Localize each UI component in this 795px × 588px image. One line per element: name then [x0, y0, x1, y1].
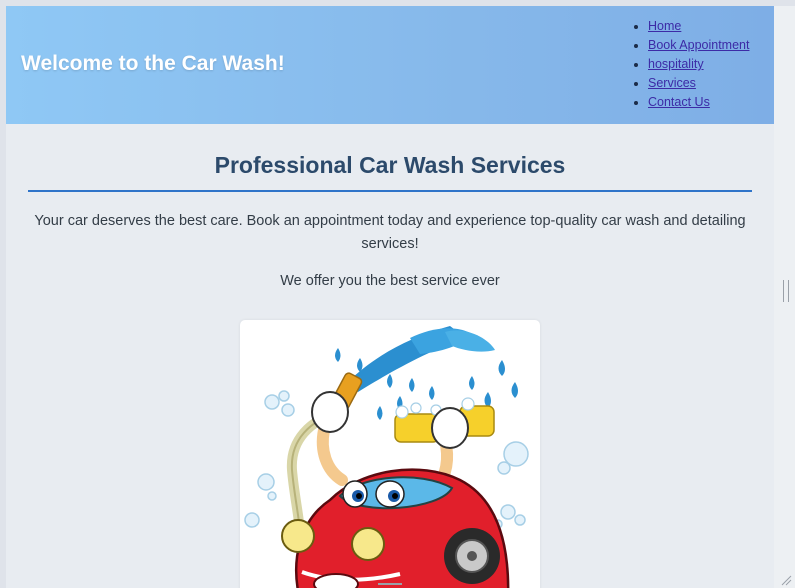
nav-link-contact-us[interactable]: Contact Us [648, 95, 710, 109]
nav-item-contact-us: Contact Us [648, 93, 749, 112]
nav-link-hospitality[interactable]: hospitality [648, 57, 704, 71]
tagline-text: We offer you the best service ever [280, 273, 500, 289]
car-wash-illustration-card [240, 320, 540, 588]
bottom-drag-handle-icon[interactable] [378, 583, 402, 585]
nav-item-hospitality: hospitality [648, 55, 749, 74]
site-title: Welcome to the Car Wash! [21, 52, 285, 75]
resize-corner-icon[interactable] [780, 574, 792, 586]
nav-link-services[interactable]: Services [648, 76, 696, 90]
nav-link-book-appointment[interactable]: Book Appointment [648, 38, 749, 52]
site-header: Welcome to the Car Wash! Home Book Appoi… [6, 6, 774, 124]
nav-item-home: Home [648, 17, 749, 36]
browser-viewport: Welcome to the Car Wash! Home Book Appoi… [6, 6, 774, 588]
page-heading: Professional Car Wash Services [214, 152, 566, 178]
nav-item-services: Services [648, 74, 749, 93]
nav-list: Home Book Appointment hospitality Servic… [632, 17, 749, 112]
scrollbar-grip-icon[interactable] [783, 280, 789, 302]
heading-divider [28, 190, 752, 192]
car-wash-cartoon-illustration [244, 326, 529, 588]
nav-link-home[interactable]: Home [648, 19, 681, 33]
intro-paragraph: Your car deserves the best care. Book an… [34, 213, 746, 252]
nav-item-book-appointment: Book Appointment [648, 36, 749, 55]
